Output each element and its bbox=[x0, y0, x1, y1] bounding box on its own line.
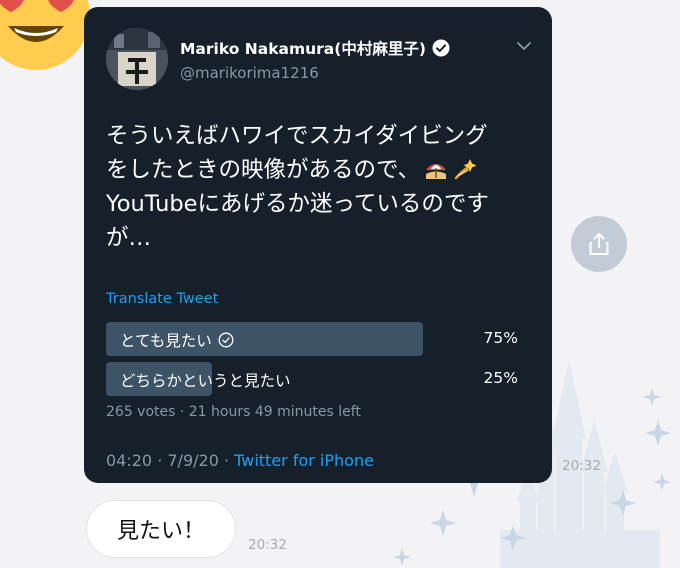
tweet-timestamp-source: 04:20 · 7/9/20 · Twitter for iPhone bbox=[106, 451, 374, 470]
poll-option-2[interactable]: どちらかというと見たい 25% bbox=[106, 362, 518, 396]
author-handle[interactable]: @marikorima1216 bbox=[180, 64, 319, 82]
verified-badge-icon bbox=[432, 39, 450, 57]
tweet-timestamp[interactable]: 04:20 · 7/9/20 · bbox=[106, 451, 234, 470]
reply-message-text: 見たい！ bbox=[116, 519, 205, 544]
poll-meta-info: 265 votes · 21 hours 49 minutes left bbox=[106, 404, 361, 420]
check-circle-icon bbox=[218, 332, 234, 348]
share-icon bbox=[589, 233, 609, 255]
poll-option-1[interactable]: とても見たい 75% bbox=[106, 322, 518, 356]
poll-option-label: どちらかというと見たい bbox=[120, 369, 291, 391]
translate-tweet-link[interactable]: Translate Tweet bbox=[106, 291, 218, 307]
poll-option-label: とても見たい bbox=[120, 329, 234, 351]
author-name-text: Mariko Nakamura(中村麻里子) bbox=[180, 40, 426, 58]
beach-umbrella-emoji bbox=[426, 164, 447, 179]
message-timestamp: 20:32 bbox=[562, 458, 601, 474]
author-avatar-image bbox=[106, 28, 168, 90]
share-button[interactable] bbox=[571, 216, 627, 272]
author-avatar[interactable] bbox=[106, 28, 168, 90]
tweet-source-link[interactable]: Twitter for iPhone bbox=[234, 451, 374, 470]
tweet-text-line: をしたときの映像があるので、 bbox=[106, 157, 421, 183]
tweet-text-line-with-emoji: をしたときの映像があるので、 bbox=[106, 153, 536, 187]
reply-timestamp: 20:32 bbox=[248, 537, 287, 553]
dizzy-emoji bbox=[454, 159, 477, 180]
poll-option-text: どちらかというと見たい bbox=[120, 372, 291, 390]
poll-option-percent: 75% bbox=[483, 329, 518, 347]
embedded-tweet-card[interactable]: Mariko Nakamura(中村麻里子) @marikorima1216 そ… bbox=[84, 7, 552, 483]
poll-option-text: とても見たい bbox=[120, 332, 212, 350]
tweet-text-line: そういえばハワイでスカイダイビング bbox=[106, 123, 488, 149]
author-name[interactable]: Mariko Nakamura(中村麻里子) bbox=[180, 37, 450, 59]
tweet-text-line: が… bbox=[106, 225, 152, 251]
heart-eyes-emoji-avatar[interactable] bbox=[0, 0, 92, 72]
poll-option-percent: 25% bbox=[483, 369, 518, 387]
tweet-body-text: そういえばハワイでスカイダイビング をしたときの映像があるので、 YouTube… bbox=[106, 119, 536, 255]
tweet-text-line: YouTubeにあげるか迷っているのです bbox=[106, 191, 489, 217]
reply-message-bubble[interactable]: 見たい！ bbox=[86, 500, 236, 558]
chevron-down-icon[interactable] bbox=[516, 40, 532, 52]
